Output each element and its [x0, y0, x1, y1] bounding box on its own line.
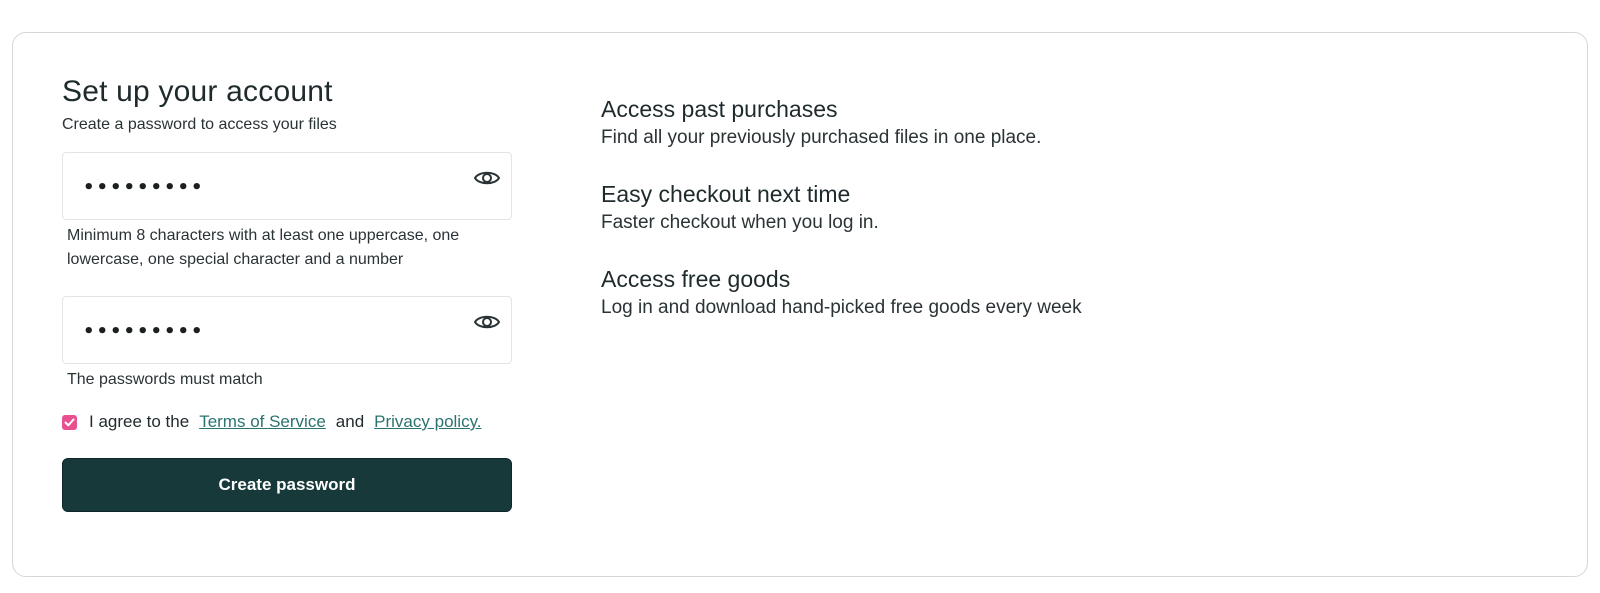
eye-icon[interactable]: [473, 167, 501, 189]
confirm-password-field[interactable]: •••••••••: [62, 296, 512, 364]
terms-link[interactable]: Terms of Service: [199, 412, 326, 432]
benefit-description: Find all your previously purchased files…: [601, 127, 1042, 148]
benefit-description: Faster checkout when you log in.: [601, 212, 879, 233]
benefit-title: Access free goods: [601, 266, 791, 292]
benefit-item: Easy checkout next time Faster checkout …: [601, 180, 1301, 235]
confirm-password-value: •••••••••: [83, 321, 205, 342]
password-field[interactable]: •••••••••: [62, 152, 512, 220]
confirm-password-hint: The passwords must match: [67, 371, 263, 388]
create-password-button[interactable]: Create password: [62, 458, 512, 512]
benefit-title: Easy checkout next time: [601, 181, 851, 207]
agree-text: I agree to the: [89, 412, 190, 431]
benefit-item: Access past purchases Find all your prev…: [601, 95, 1301, 150]
password-hint: Minimum 8 characters with at least one u…: [67, 227, 460, 268]
page-title: Set up your account: [62, 75, 333, 108]
benefit-description: Log in and download hand-picked free goo…: [601, 297, 1082, 318]
account-form: Set up your account Create a password to…: [62, 75, 512, 512]
check-icon: [64, 418, 75, 426]
benefit-title: Access past purchases: [601, 96, 838, 122]
account-setup-card: Set up your account Create a password to…: [12, 32, 1588, 577]
benefit-item: Access free goods Log in and download ha…: [601, 265, 1301, 320]
agree-checkbox[interactable]: [62, 414, 77, 430]
agree-and-text: and: [335, 412, 365, 431]
page-subtitle: Create a password to access your files: [62, 116, 337, 133]
terms-agreement: I agree to the Terms of Service and Priv…: [62, 412, 512, 432]
password-value: •••••••••: [83, 177, 205, 198]
benefits-list: Access past purchases Find all your prev…: [601, 95, 1301, 350]
eye-icon[interactable]: [473, 311, 501, 333]
privacy-link[interactable]: Privacy policy.: [374, 412, 481, 432]
